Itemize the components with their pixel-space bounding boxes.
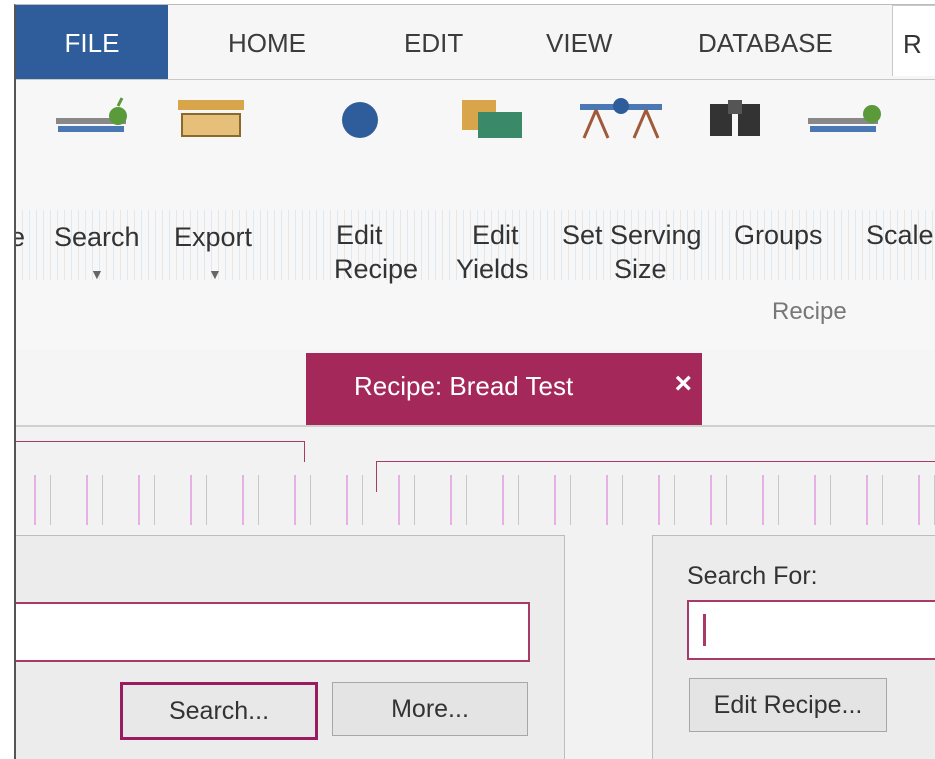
scale-button[interactable]: Scale xyxy=(866,218,934,252)
groups-icon[interactable] xyxy=(704,96,768,142)
tab-title: Recipe: Bread Test xyxy=(354,371,574,401)
left-search-panel: Search... More... xyxy=(16,535,565,759)
search-recipe-icon[interactable] xyxy=(54,94,130,144)
ribbon-group-label: Recipe xyxy=(772,298,847,325)
tab-recipe-bread-test[interactable]: Recipe: Bread Test × xyxy=(306,353,702,425)
menu-edit[interactable]: EDIT xyxy=(404,5,463,79)
export-icon[interactable] xyxy=(176,96,248,142)
content-render-artifacts xyxy=(16,475,935,525)
search-input-left[interactable] xyxy=(16,602,530,662)
edit-recipe-icon[interactable] xyxy=(338,98,382,142)
set-serving-size-label-1[interactable]: Set Serving xyxy=(562,218,702,252)
search-for-input[interactable] xyxy=(687,600,935,660)
search-for-label: Search For: xyxy=(687,562,818,590)
search-button[interactable]: Search xyxy=(54,220,140,254)
document-tab-strip: Recipe: Bread Test × xyxy=(16,349,935,425)
text-caret xyxy=(703,614,706,646)
menu-home[interactable]: HOME xyxy=(228,5,306,79)
set-serving-size-icon[interactable] xyxy=(576,94,666,144)
inner-frame-left xyxy=(16,441,305,462)
export-dropdown-arrow-icon[interactable]: ▼ xyxy=(208,266,222,282)
menu-view[interactable]: VIEW xyxy=(546,5,612,79)
edit-yields-icon[interactable] xyxy=(460,98,526,142)
menu-database[interactable]: DATABASE xyxy=(698,5,833,79)
menu-file[interactable]: FILE xyxy=(16,5,168,79)
scale-icon[interactable] xyxy=(806,94,896,144)
app-window: FILE HOME EDIT VIEW DATABASE R Search ▼ … xyxy=(14,4,935,759)
set-serving-size-label-2[interactable]: Size xyxy=(614,252,667,286)
edit-recipe-label-1[interactable]: Edit xyxy=(336,218,383,252)
search-button-panel[interactable]: Search... xyxy=(120,682,318,740)
edit-recipe-label-2[interactable]: Recipe xyxy=(334,252,418,286)
document-content: Search... More... Search For: Edit Recip… xyxy=(16,425,935,759)
close-icon[interactable]: × xyxy=(674,367,692,401)
groups-button[interactable]: Groups xyxy=(734,218,823,252)
edit-yields-label-2[interactable]: Yields xyxy=(456,252,529,286)
export-button[interactable]: Export xyxy=(174,220,252,254)
menu-recipe-active[interactable]: R xyxy=(892,5,935,76)
more-button[interactable]: More... xyxy=(332,682,528,736)
edit-yields-label-1[interactable]: Edit xyxy=(472,218,519,252)
search-dropdown-arrow-icon[interactable]: ▼ xyxy=(90,266,104,282)
menu-bar: FILE HOME EDIT VIEW DATABASE R xyxy=(16,5,935,79)
ribbon-label-partial[interactable]: e xyxy=(16,220,25,254)
right-search-panel: Search For: Edit Recipe... xyxy=(652,535,935,759)
edit-recipe-button[interactable]: Edit Recipe... xyxy=(689,678,887,732)
ribbon: e Search ▼ Export ▼ Edit Recipe Edit Yie… xyxy=(16,79,935,351)
